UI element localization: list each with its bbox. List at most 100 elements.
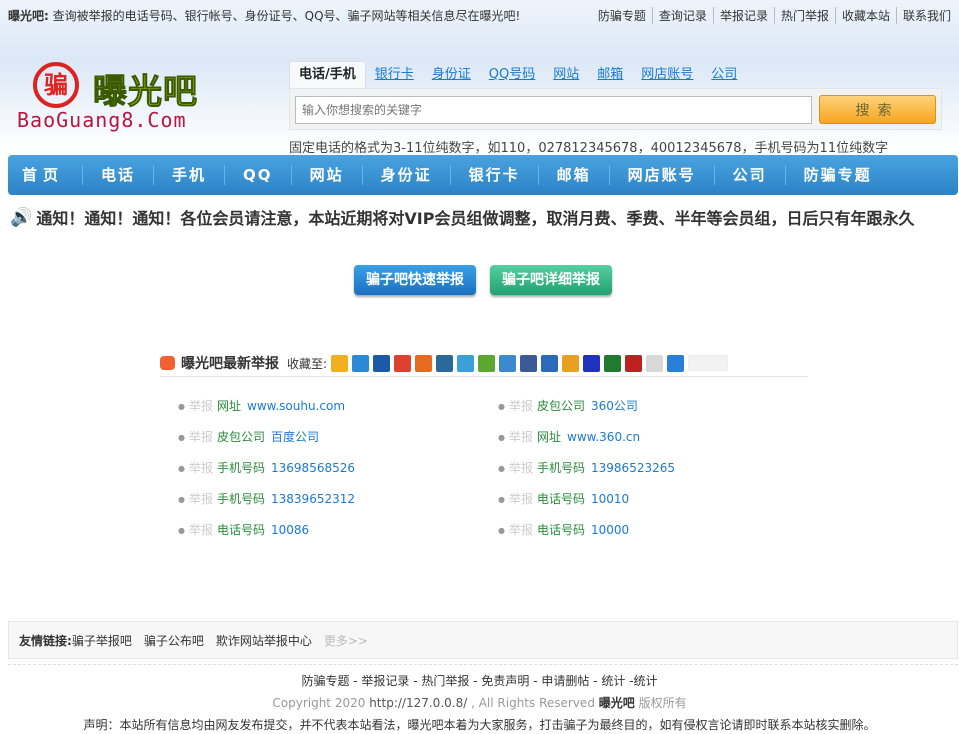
- footer-link[interactable]: 统计: [601, 674, 625, 688]
- bullet-icon: ●: [178, 495, 185, 504]
- tab-website[interactable]: 网站: [544, 62, 588, 88]
- nav-company[interactable]: 公司: [713, 165, 785, 185]
- report-value[interactable]: www.souhu.com: [247, 399, 345, 413]
- bullet-icon: ●: [498, 433, 505, 442]
- notice-text: 通知！通知！通知！各位会员请注意，本站近期将对VIP会员组做调整，取消月费、季费…: [36, 209, 915, 228]
- nav-phone[interactable]: 电话: [82, 165, 153, 185]
- baidu-icon[interactable]: [583, 354, 601, 372]
- disclaimer: 声明：本站所有信息均由网友发布提交，并不代表本站看法，曝光吧本着为大家服务，打击…: [83, 718, 876, 732]
- kaixin-icon[interactable]: [415, 354, 433, 372]
- footer-link[interactable]: 免责声明: [481, 674, 529, 688]
- nav-qq[interactable]: QQ: [224, 165, 291, 185]
- friend-link[interactable]: 骗子公布吧: [144, 632, 204, 649]
- top-link-report-records[interactable]: 举报记录: [712, 7, 774, 24]
- report-category[interactable]: 皮包公司: [217, 430, 265, 444]
- nav-id-card[interactable]: 身份证: [361, 165, 450, 185]
- bullet-icon: ●: [498, 464, 505, 473]
- footer-divider: [8, 664, 958, 665]
- site-url-link[interactable]: http://127.0.0.8/: [369, 696, 467, 710]
- tab-bank-card[interactable]: 银行卡: [366, 62, 423, 88]
- footer-link[interactable]: 统计: [634, 674, 658, 688]
- site-logo[interactable]: 骗 曝光吧 BaoGuang8.Com: [15, 60, 215, 135]
- report-category[interactable]: 网址: [537, 430, 561, 444]
- friend-link[interactable]: 欺诈网站举报中心: [216, 632, 312, 649]
- top-link-contact[interactable]: 联系我们: [895, 7, 957, 24]
- friend-link[interactable]: 骗子举报吧: [72, 632, 132, 649]
- bullet-icon: ●: [498, 526, 505, 535]
- sohu-icon[interactable]: [478, 354, 496, 372]
- more-icon[interactable]: [667, 354, 685, 372]
- report-label: 举报: [508, 430, 533, 444]
- nav-shop-account[interactable]: 网店账号: [608, 165, 714, 185]
- report-value[interactable]: 百度公司: [271, 430, 319, 444]
- bullet-icon: ●: [178, 526, 185, 535]
- nav-mobile[interactable]: 手机: [153, 165, 224, 185]
- logo-url: BaoGuang8.Com: [17, 108, 187, 132]
- bullet-icon: ●: [178, 402, 185, 411]
- report-value[interactable]: 360公司: [591, 399, 638, 413]
- footer-links: 防骗专题 - 举报记录 - 热门举报 - 免责声明 - 申请删帖 - 统计 -统…: [301, 674, 658, 688]
- share-counter: [688, 355, 729, 371]
- top-link-bookmark[interactable]: 收藏本站: [834, 7, 896, 24]
- top-brand: 曝光吧:: [8, 9, 49, 23]
- speaker-icon: 🔊: [10, 206, 33, 228]
- nav-email[interactable]: 邮箱: [537, 165, 609, 185]
- report-label: 举报: [508, 492, 533, 506]
- tqq-icon[interactable]: [457, 354, 475, 372]
- nav-website[interactable]: 网站: [290, 165, 362, 185]
- tab-qq[interactable]: QQ号码: [480, 62, 544, 88]
- detailed-report-button[interactable]: 骗子吧详细举报: [490, 265, 612, 295]
- search-button[interactable]: 搜索: [819, 95, 936, 124]
- top-link-hot-reports[interactable]: 热门举报: [773, 7, 835, 24]
- report-category[interactable]: 网址: [217, 399, 241, 413]
- logo-no-fraud-icon: 骗: [33, 62, 79, 108]
- top-link-fraud-topic[interactable]: 防骗专题: [592, 7, 652, 24]
- report-value[interactable]: 13839652312: [271, 492, 355, 506]
- report-category[interactable]: 手机号码: [217, 461, 265, 475]
- qzone-icon[interactable]: [331, 354, 349, 372]
- footer-link[interactable]: 防骗专题: [301, 674, 349, 688]
- tab-company[interactable]: 公司: [702, 62, 746, 88]
- people-icon[interactable]: [625, 354, 643, 372]
- tab-email[interactable]: 邮箱: [588, 62, 632, 88]
- report-category[interactable]: 手机号码: [217, 492, 265, 506]
- nav-fraud-topic[interactable]: 防骗专题: [784, 165, 890, 185]
- nav-bank-card[interactable]: 银行卡: [449, 165, 538, 185]
- report-label: 举报: [508, 399, 533, 413]
- latest-reports-header: 曝光吧最新举报 收藏至:: [160, 350, 808, 377]
- top-link-query-records[interactable]: 查询记录: [651, 7, 713, 24]
- renren-icon[interactable]: [373, 354, 391, 372]
- copy-icon[interactable]: [646, 354, 664, 372]
- douban-icon[interactable]: [604, 354, 622, 372]
- report-value[interactable]: 13986523265: [591, 461, 675, 475]
- tab-phone[interactable]: 电话/手机: [289, 61, 366, 88]
- facebook-icon[interactable]: [520, 354, 538, 372]
- search-input[interactable]: [295, 96, 812, 124]
- list-item: ● 举报 手机号码 13986523265: [498, 459, 818, 478]
- report-value[interactable]: 13698568526: [271, 461, 355, 475]
- footer-link[interactable]: 热门举报: [421, 674, 469, 688]
- qqmail-icon[interactable]: [562, 354, 580, 372]
- latest-title: 曝光吧最新举报: [181, 356, 279, 372]
- tab-id-card[interactable]: 身份证: [423, 62, 480, 88]
- report-value[interactable]: 10000: [591, 523, 629, 537]
- footer-link[interactable]: 申请删帖: [541, 674, 589, 688]
- report-category[interactable]: 电话号码: [537, 523, 585, 537]
- friend-links-more[interactable]: 更多>>: [324, 632, 368, 649]
- nav-home[interactable]: 首页: [8, 165, 82, 185]
- netease-icon[interactable]: [541, 354, 559, 372]
- quick-report-button[interactable]: 骗子吧快速举报: [354, 265, 476, 295]
- pengyou-icon[interactable]: [352, 354, 370, 372]
- report-category[interactable]: 电话号码: [217, 523, 265, 537]
- 360-icon[interactable]: [436, 354, 454, 372]
- report-category[interactable]: 电话号码: [537, 492, 585, 506]
- report-category[interactable]: 手机号码: [537, 461, 585, 475]
- report-value[interactable]: www.360.cn: [567, 430, 640, 444]
- footer-link[interactable]: 举报记录: [361, 674, 409, 688]
- tab-shop-account[interactable]: 网店账号: [632, 62, 702, 88]
- douban-board-icon[interactable]: [499, 354, 517, 372]
- report-category[interactable]: 皮包公司: [537, 399, 585, 413]
- report-value[interactable]: 10010: [591, 492, 629, 506]
- report-value[interactable]: 10086: [271, 523, 309, 537]
- weibo-icon[interactable]: [394, 354, 412, 372]
